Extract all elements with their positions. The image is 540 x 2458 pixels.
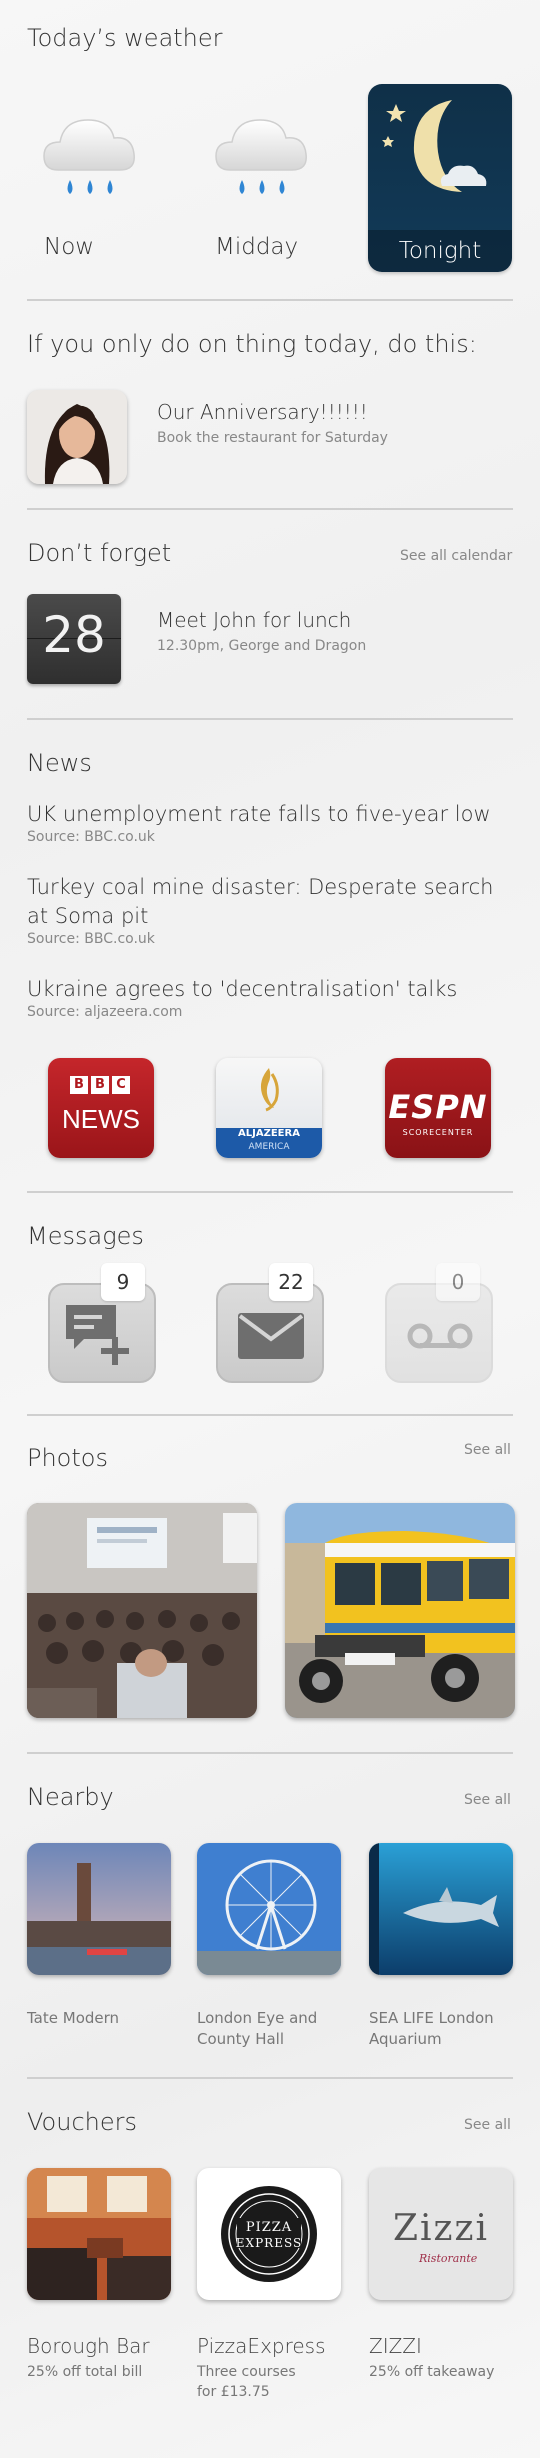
see-all-calendar-link[interactable]: See all calendar <box>400 548 512 564</box>
photo-bus[interactable] <box>285 1503 515 1718</box>
voicemail-count-badge: 0 <box>436 1263 480 1301</box>
messages-heading: Messages <box>27 1222 144 1250</box>
person-photo <box>27 390 127 484</box>
rain-cloud-icon <box>215 119 307 194</box>
nearby-name-line2: County Hall <box>197 2030 284 2048</box>
focus-heading: If you only do on thing today, do this: <box>27 330 477 358</box>
vouchers-heading: Vouchers <box>27 2108 137 2136</box>
voucher-zizzi[interactable]: Zizzi Ristorante <box>369 2168 513 2300</box>
calendar-date-tile[interactable]: 28 <box>27 594 121 684</box>
voucher-name: ZIZZI <box>369 2334 422 2358</box>
divider <box>27 1414 513 1416</box>
voucher-borough-bar[interactable] <box>27 2168 171 2300</box>
divider <box>27 718 513 720</box>
message-count-badge: 9 <box>101 1263 145 1301</box>
nearby-tate-modern[interactable] <box>27 1843 171 1975</box>
focus-subtitle: Book the restaurant for Saturday <box>157 430 388 446</box>
news-source: Source: BBC.co.uk <box>27 829 155 845</box>
voucher-offer: 25% off takeaway <box>369 2364 495 2380</box>
divider <box>27 2077 513 2079</box>
bus-photo <box>285 1503 515 1718</box>
calendar-event-subtitle: 12.30pm, George and Dragon <box>157 638 367 654</box>
tate-modern-photo <box>27 1843 171 1975</box>
nearby-sea-life[interactable] <box>369 1843 513 1975</box>
aljazeera-app[interactable]: ALJAZEERA AMERICA <box>216 1058 322 1158</box>
nearby-london-eye[interactable] <box>197 1843 341 1975</box>
photo-conference[interactable] <box>27 1503 257 1718</box>
bbc-news-label: NEWS <box>62 1104 140 1134</box>
nearby-name-line2: Aquarium <box>369 2030 442 2048</box>
voucher-offer: Three courses <box>197 2364 296 2380</box>
zizzi-logo: Zizzi <box>393 2208 489 2249</box>
weather-label-now: Now <box>44 234 95 260</box>
news-source: Source: aljazeera.com <box>27 1004 183 1020</box>
london-eye-photo <box>197 1843 341 1975</box>
voucher-pizzaexpress[interactable]: PIZZA EXPRESS <box>197 2168 341 2300</box>
weather-now[interactable] <box>40 98 150 212</box>
nearby-name: Tate Modern <box>27 2009 120 2027</box>
focus-title[interactable]: Our Anniversary!!!!!! <box>157 400 368 424</box>
pizzaexpress-logo-text: PIZZA <box>245 2220 293 2235</box>
espn-sub: SCORECENTER <box>402 1128 474 1137</box>
news-item[interactable]: Turkey coal mine disaster: Desperate sea… <box>27 873 497 947</box>
photos-see-all-link[interactable]: See all <box>464 1442 511 1458</box>
news-title: Ukraine agrees to 'decentralisation' tal… <box>27 977 458 1001</box>
chat-add-icon <box>66 1305 129 1365</box>
voucher-offer: 25% off total bill <box>27 2364 143 2380</box>
news-item[interactable]: Ukraine agrees to 'decentralisation' tal… <box>27 975 497 1020</box>
weather-tonight[interactable]: Tonight <box>368 84 512 272</box>
calendar-day: 28 <box>42 606 106 664</box>
aljazeera-label: ALJAZEERA <box>238 1128 300 1139</box>
divider <box>27 1752 513 1754</box>
conference-photo <box>27 1503 257 1718</box>
nearby-name: SEA LIFE London <box>369 2009 494 2027</box>
rain-cloud-icon <box>43 119 135 194</box>
weather-label-tonight: Tonight <box>398 238 482 264</box>
bar-interior-photo <box>27 2168 171 2300</box>
moon-night-icon <box>382 100 487 192</box>
nearby-heading: Nearby <box>27 1783 114 1811</box>
zizzi-logo-sub: Ristorante <box>419 2252 478 2265</box>
envelope-icon <box>238 1313 304 1359</box>
news-title: UK unemployment rate falls to five-year … <box>27 802 491 826</box>
photos-heading: Photos <box>27 1444 108 1472</box>
pizzaexpress-logo-text: EXPRESS <box>235 2236 303 2250</box>
voicemail-icon <box>407 1323 473 1349</box>
divider <box>27 299 513 301</box>
calendar-heading: Don’t forget <box>27 539 172 567</box>
divider <box>27 508 513 510</box>
calendar-event-title[interactable]: Meet John for lunch <box>157 608 351 632</box>
bbc-news-app[interactable]: B B C NEWS <box>48 1058 154 1158</box>
voucher-offer-line2: for £13.75 <box>197 2384 270 2400</box>
news-source: Source: BBC.co.uk <box>27 931 155 947</box>
aquarium-photo <box>369 1843 513 1975</box>
weather-midday[interactable] <box>212 98 322 212</box>
aljazeera-logo-icon <box>260 1068 279 1112</box>
espn-logo: ESPN <box>388 1088 488 1126</box>
avatar[interactable] <box>27 390 127 484</box>
nearby-name: London Eye and <box>197 2009 318 2027</box>
voucher-name: Borough Bar <box>27 2334 150 2358</box>
espn-app[interactable]: ESPN SCORECENTER <box>385 1058 491 1158</box>
weather-label-midday: Midday <box>215 234 299 260</box>
voucher-name: PizzaExpress <box>197 2334 326 2358</box>
divider <box>27 1191 513 1193</box>
aljazeera-sub: AMERICA <box>248 1142 290 1152</box>
news-heading: News <box>27 749 92 777</box>
nearby-see-all-link[interactable]: See all <box>464 1792 511 1808</box>
news-title: Turkey coal mine disaster: Desperate sea… <box>27 875 494 928</box>
weather-heading: Today’s weather <box>27 24 223 52</box>
vouchers-see-all-link[interactable]: See all <box>464 2117 511 2133</box>
mail-count-badge: 22 <box>269 1263 313 1301</box>
news-item[interactable]: UK unemployment rate falls to five-year … <box>27 800 497 845</box>
